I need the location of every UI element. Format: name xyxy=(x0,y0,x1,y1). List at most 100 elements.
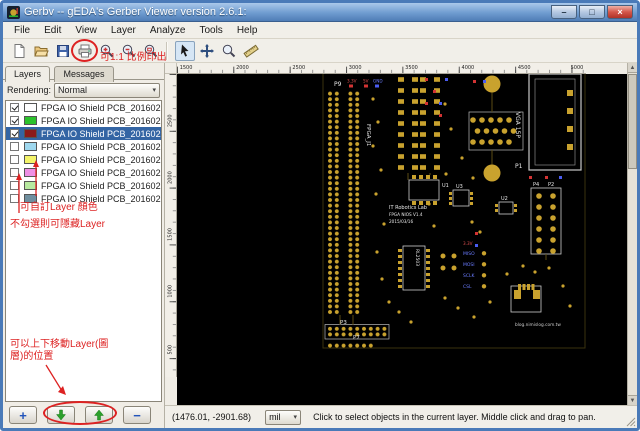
layer-color-swatch[interactable] xyxy=(24,103,37,112)
pcb-label-u3: U3 xyxy=(456,184,463,190)
statusbar: (1476.01, -2901.68) mil ▾ Click to selec… xyxy=(165,405,637,428)
menu-view[interactable]: View xyxy=(68,24,104,37)
move-layer-up-button[interactable] xyxy=(85,406,113,424)
cursor-coordinates: (1476.01, -2901.68) xyxy=(172,412,252,422)
ruler-label: 5000 xyxy=(571,65,584,71)
layer-row[interactable]: FPGA IO Shield PCB_20160225-... xyxy=(6,166,161,179)
rendering-select[interactable]: Normal ▾ xyxy=(54,82,160,98)
layer-row[interactable]: FPGA IO Shield PCB_20160225.g... xyxy=(6,179,161,192)
pcb-label-sclk: SCLK xyxy=(463,273,476,279)
layer-visibility-checkbox[interactable] xyxy=(10,168,19,177)
menu-edit[interactable]: Edit xyxy=(37,24,68,37)
layer-color-swatch[interactable] xyxy=(24,181,37,190)
minimize-button[interactable]: – xyxy=(551,5,577,19)
vertical-ruler: 2500 2000 1500 1000 500 xyxy=(165,74,177,378)
pcb-label-url: blog.nimislog.com.tw xyxy=(515,322,561,328)
pcb-label-fpga-j1: FPGA_J1 xyxy=(365,124,371,146)
pcb-label-p4: P4 xyxy=(533,182,539,188)
ruler-label: 3000 xyxy=(349,65,362,71)
scrollbar-thumb[interactable] xyxy=(628,74,637,169)
board-outline xyxy=(322,74,586,349)
layer-row[interactable]: FPGA IO Shield PCB_20160225-... xyxy=(6,114,161,127)
ruler-label: 2000 xyxy=(236,65,249,71)
remove-layer-button[interactable]: − xyxy=(123,406,151,424)
window-controls: – □ × xyxy=(551,5,633,19)
scroll-up-icon[interactable]: ▲ xyxy=(628,63,637,73)
ruler-label: 1500 xyxy=(167,228,173,241)
hide-annotation: 不勾選則可隱藏Layer xyxy=(10,219,106,230)
menu-tools[interactable]: Tools xyxy=(192,24,229,37)
resize-grip[interactable] xyxy=(626,417,636,427)
color-annotation: 可自訂Layer 顏色 xyxy=(20,202,98,213)
down-arrow-icon xyxy=(55,409,67,421)
horizontal-ruler: 1500 2000 2500 3000 3500 4000 4500 5000 xyxy=(177,63,587,74)
layer-visibility-checkbox[interactable] xyxy=(10,103,19,112)
pcb-label-p3: P3 xyxy=(340,320,347,326)
menu-file[interactable]: File xyxy=(7,24,37,37)
scroll-down-icon[interactable]: ▼ xyxy=(628,395,637,405)
measure-tool-button[interactable] xyxy=(241,41,261,61)
silkscreen-text: P9 3.3V 5V GND FPGA_J1 P3 P7 U1 IT Robot… xyxy=(334,79,561,342)
menu-layer[interactable]: Layer xyxy=(104,24,143,37)
measure-icon xyxy=(243,44,259,58)
add-layer-button[interactable]: + xyxy=(9,406,37,424)
open-folder-icon xyxy=(34,46,49,56)
layer-color-swatch[interactable] xyxy=(24,168,37,177)
unit-value: mil xyxy=(269,412,281,422)
ruler-label: 1000 xyxy=(167,285,173,298)
layer-row[interactable]: FPGA IO Shield PCB_20160225-... xyxy=(6,140,161,153)
layer-visibility-checkbox[interactable] xyxy=(10,116,19,125)
layer-visibility-checkbox[interactable] xyxy=(10,129,19,138)
pcb-label-lab1: IT Robotics Lab xyxy=(389,205,427,211)
zoom-tool-button[interactable] xyxy=(219,41,239,61)
new-icon xyxy=(14,43,25,58)
open-button[interactable] xyxy=(31,41,51,61)
plus-icon: + xyxy=(19,407,27,423)
menu-help[interactable]: Help xyxy=(230,24,265,37)
save-button[interactable] xyxy=(53,41,73,61)
layer-row[interactable]: FPGA IO Shield PCB_20160225-... xyxy=(6,101,161,114)
unit-select[interactable]: mil ▾ xyxy=(265,409,302,425)
layer-visibility-checkbox[interactable] xyxy=(10,181,19,190)
layer-label: FPGA IO Shield PCB_20160225-... xyxy=(41,141,161,152)
pcb-label-5v: 5V xyxy=(363,79,369,84)
pcb-canvas[interactable]: P9 3.3V 5V GND FPGA_J1 P3 P7 U1 IT Robot… xyxy=(177,74,627,405)
layer-visibility-checkbox[interactable] xyxy=(10,155,19,164)
move-annotation-line1: 可以上下移動Layer(圖 xyxy=(10,339,109,350)
pcb-label-lab3: 2015/03/16 xyxy=(389,219,413,224)
toolbar: 可1:1 比例印出 xyxy=(3,39,637,63)
titlebar[interactable]: Gerbv -- gEDA's Gerber Viewer version 2.… xyxy=(3,3,637,22)
ruler-label: 2500 xyxy=(292,65,305,71)
layer-color-swatch[interactable] xyxy=(24,116,37,125)
header-pads xyxy=(324,90,390,349)
layer-visibility-checkbox[interactable] xyxy=(10,194,19,203)
maximize-button[interactable]: □ xyxy=(579,5,605,19)
layer-label: FPGA IO Shield PCB_20160225-... xyxy=(41,128,161,139)
pointer-tool-button[interactable] xyxy=(175,40,195,61)
close-button[interactable]: × xyxy=(607,5,633,19)
print-button[interactable] xyxy=(75,41,95,61)
vertical-scrollbar[interactable]: ▲ ▼ xyxy=(627,63,637,405)
statusbar-hint: Click to select objects in the current l… xyxy=(313,412,596,422)
pcb-label-p2: P2 xyxy=(548,182,554,188)
pcb-label-3v3: 3.3V xyxy=(347,79,357,84)
menubar: File Edit View Layer Analyze Tools Help xyxy=(3,22,637,39)
ruler-label: 2000 xyxy=(167,171,173,184)
layer-row[interactable]: FPGA IO Shield PCB_20160225-... xyxy=(6,153,161,166)
resistor-arrays xyxy=(397,74,441,173)
menu-analyze[interactable]: Analyze xyxy=(143,24,193,37)
layer-visibility-checkbox[interactable] xyxy=(10,142,19,151)
new-button[interactable] xyxy=(9,41,29,61)
move-layer-down-button[interactable] xyxy=(47,406,75,424)
layer-color-swatch[interactable] xyxy=(24,142,37,151)
minus-icon: − xyxy=(133,407,141,423)
layer-color-swatch[interactable] xyxy=(24,129,37,138)
pcb-label-u1: U1 xyxy=(442,183,449,189)
pcb-label-miso: MISO xyxy=(463,251,475,257)
window-title: Gerbv -- gEDA's Gerber Viewer version 2.… xyxy=(24,6,247,18)
layer-row[interactable]: FPGA IO Shield PCB_20160225-... xyxy=(6,127,161,140)
pan-tool-button[interactable] xyxy=(197,41,217,61)
layer-color-swatch[interactable] xyxy=(24,155,37,164)
panel-tabs: Layers Messages xyxy=(3,63,164,82)
tab-layers[interactable]: Layers xyxy=(5,66,51,82)
